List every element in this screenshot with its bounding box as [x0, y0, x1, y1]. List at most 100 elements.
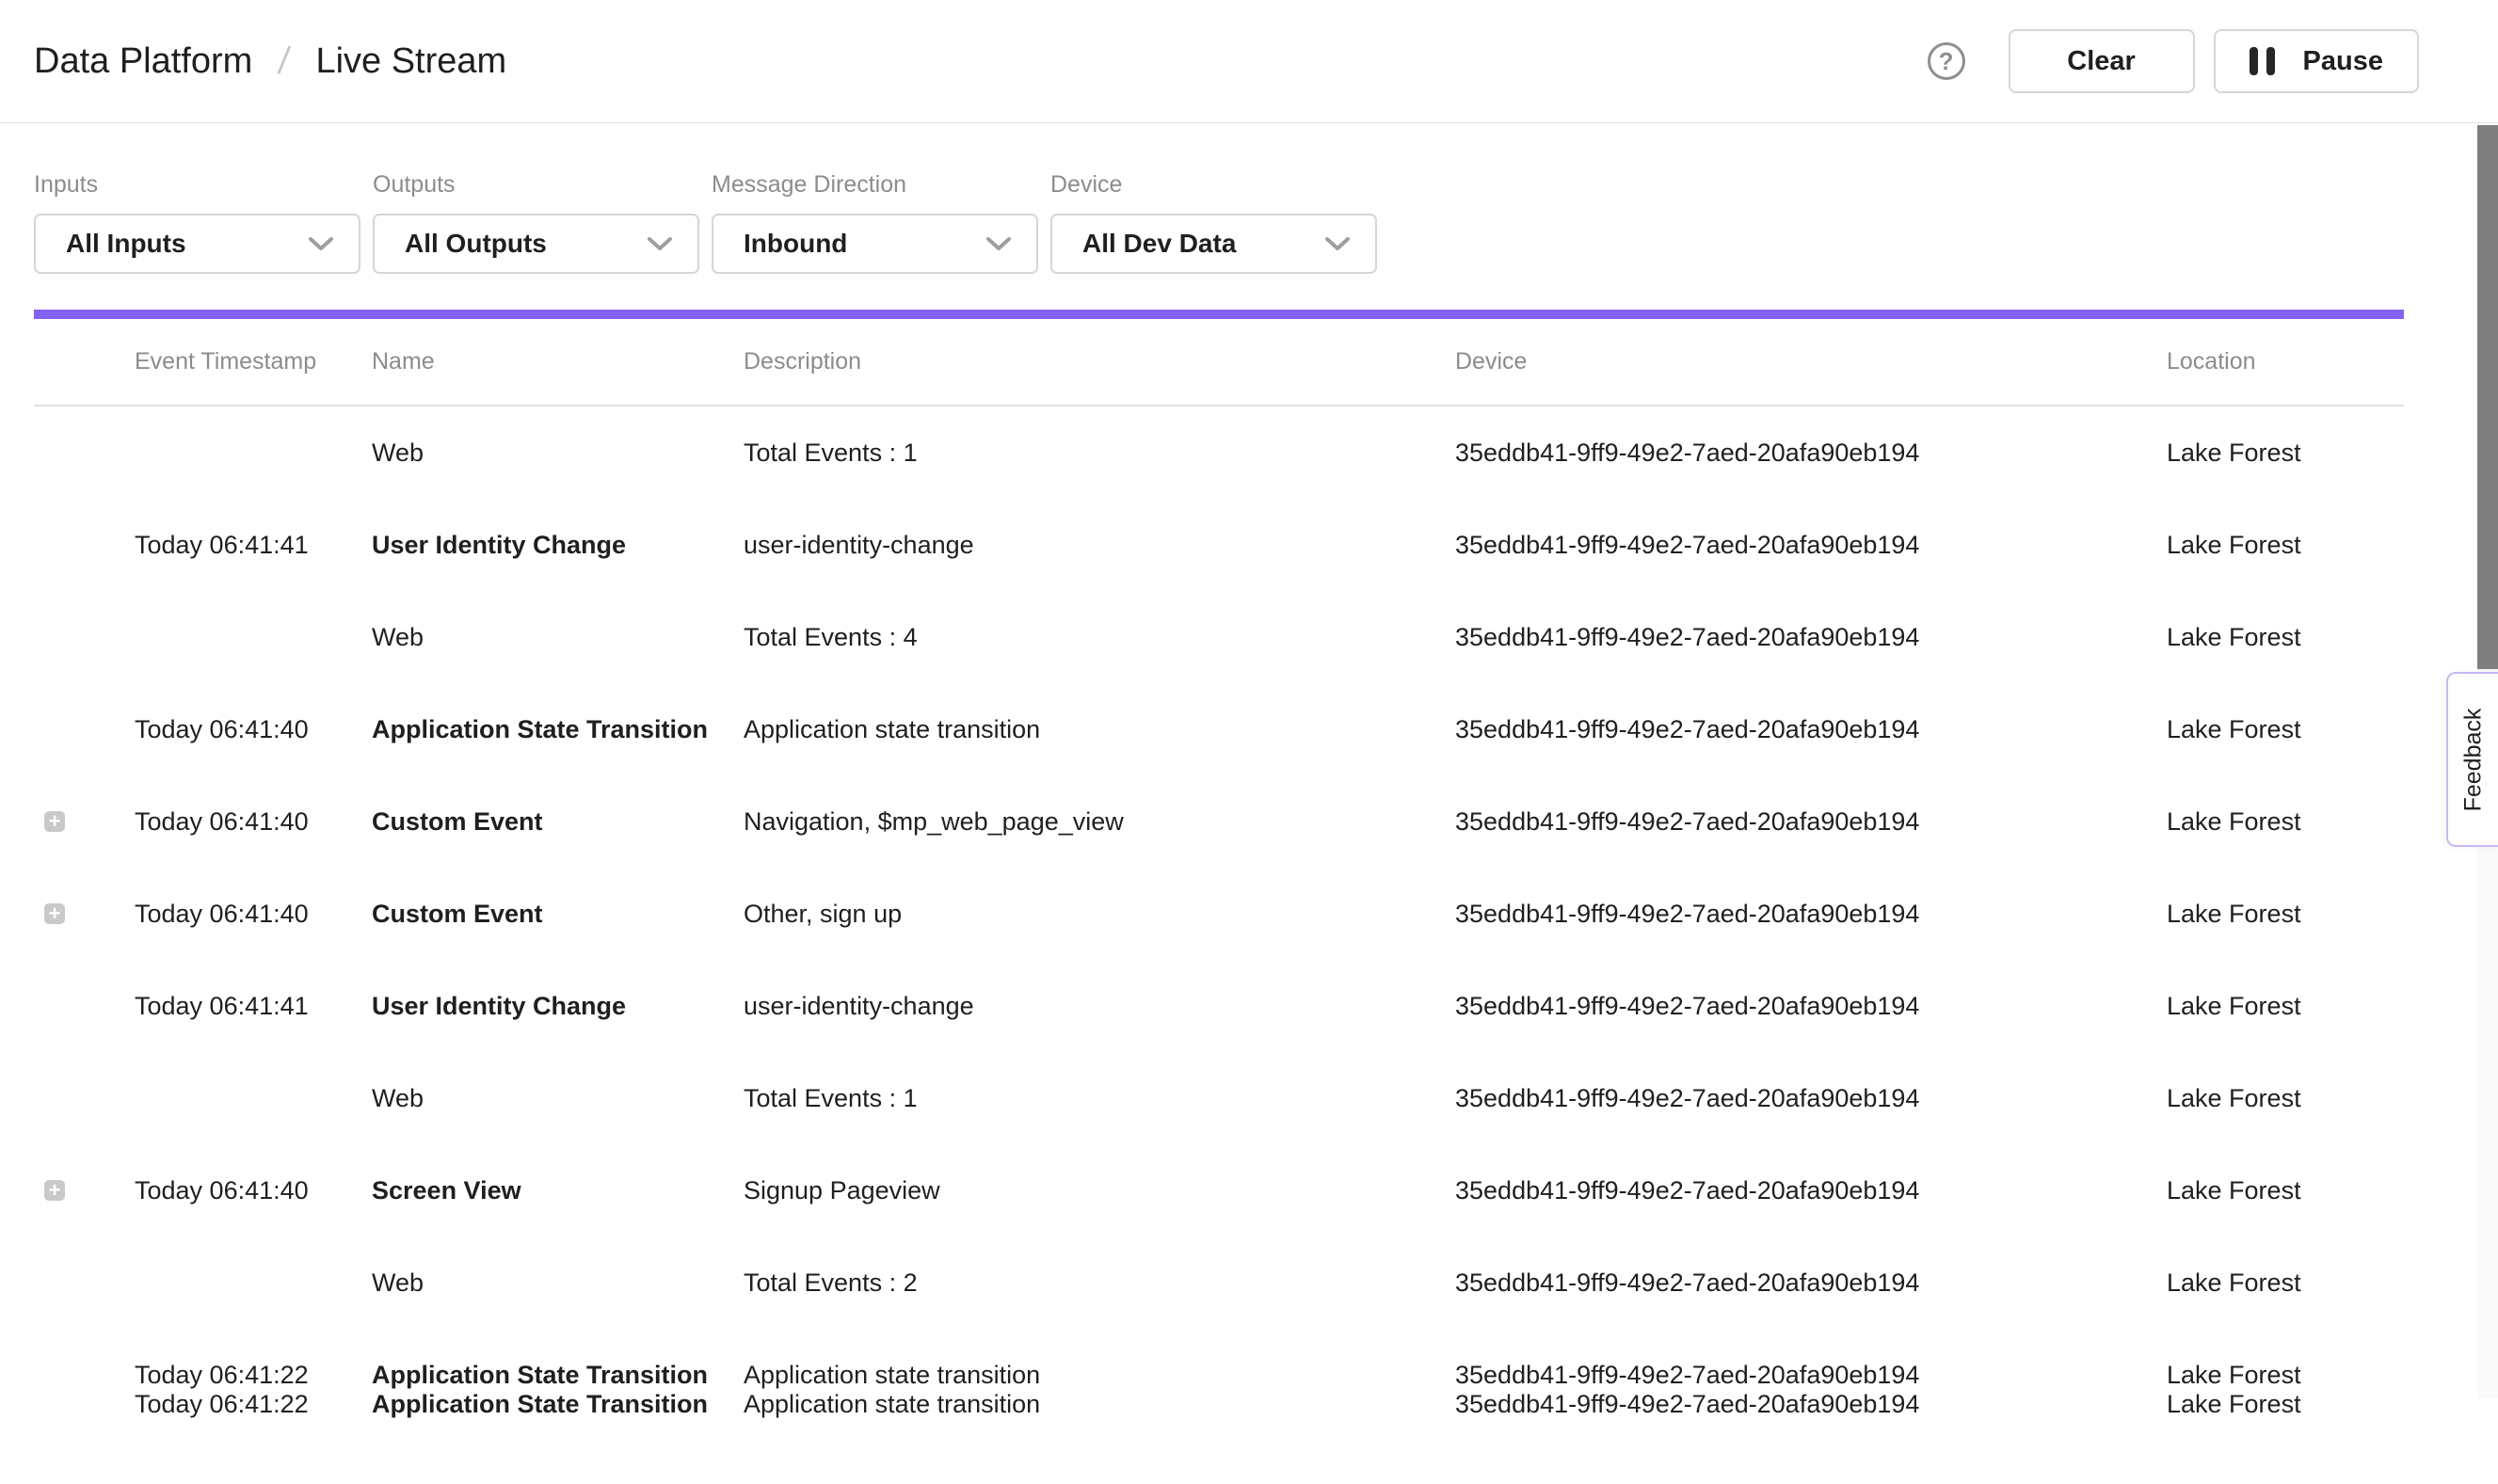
table-row[interactable]: WebTotal Events : 235eddb41-9ff9-49e2-7a…	[34, 1237, 2404, 1329]
cell-event-timestamp: Today 06:41:40	[135, 715, 372, 744]
message-direction-filter-value: Inbound	[744, 229, 847, 259]
outputs-filter: Outputs All Outputs	[373, 170, 699, 274]
filters-bar: Inputs All Inputs Outputs All Outputs Me…	[34, 123, 1377, 274]
inputs-filter-select[interactable]: All Inputs	[34, 214, 360, 274]
table-row[interactable]: WebTotal Events : 135eddb41-9ff9-49e2-7a…	[34, 407, 2404, 499]
cell-device-id: 35eddb41-9ff9-49e2-7aed-20afa90eb194	[1455, 900, 2167, 929]
cell-device-id: 35eddb41-9ff9-49e2-7aed-20afa90eb194	[1455, 1084, 2167, 1113]
question-mark-glyph: ?	[1939, 47, 1954, 76]
cell-device-id: 35eddb41-9ff9-49e2-7aed-20afa90eb194	[1455, 992, 2167, 1021]
cell-description: Total Events : 4	[744, 623, 1455, 652]
cell-location: Lake Forest	[2167, 531, 2404, 560]
cell-location: Lake Forest	[2167, 715, 2404, 744]
cell-device-id: 35eddb41-9ff9-49e2-7aed-20afa90eb194	[1455, 807, 2167, 837]
outputs-filter-value: All Outputs	[405, 229, 547, 259]
cell-device-id: 35eddb41-9ff9-49e2-7aed-20afa90eb194	[1455, 1269, 2167, 1298]
table-body: WebTotal Events : 135eddb41-9ff9-49e2-7a…	[34, 407, 2404, 1421]
feedback-tab[interactable]: Feedback	[2446, 672, 2498, 847]
table-row[interactable]: Today 06:41:41User Identity Changeuser-i…	[34, 960, 2404, 1052]
cell-description: Total Events : 1	[744, 439, 1455, 468]
header-actions: ? Clear Pause	[1928, 29, 2419, 93]
breadcrumb-data-platform[interactable]: Data Platform	[34, 41, 252, 82]
cell-location: Lake Forest	[2167, 1361, 2404, 1390]
table-row[interactable]: +Today 06:41:40Screen ViewSignup Pagevie…	[34, 1144, 2404, 1237]
outputs-filter-select[interactable]: All Outputs	[373, 214, 699, 274]
cell-description: user-identity-change	[744, 531, 1455, 560]
cell-event-name: Custom Event	[372, 900, 744, 929]
cell-event-name: Application State Transition	[372, 1361, 744, 1390]
message-direction-filter-select[interactable]: Inbound	[712, 214, 1038, 274]
cell-event-timestamp: Today 06:41:40	[135, 1176, 372, 1205]
table-row[interactable]: +Today 06:41:40Custom EventOther, sign u…	[34, 868, 2404, 960]
cell-location: Lake Forest	[2167, 807, 2404, 837]
events-table: Event Timestamp Name Description Device …	[34, 319, 2404, 1421]
cell-event-timestamp: Today 06:41:41	[135, 992, 372, 1021]
clear-button[interactable]: Clear	[2009, 29, 2195, 93]
device-filter: Device All Dev Data	[1050, 170, 1377, 274]
table-row[interactable]: WebTotal Events : 135eddb41-9ff9-49e2-7a…	[34, 1052, 2404, 1144]
row-expand-cell: +	[34, 903, 135, 924]
expand-row-button[interactable]: +	[44, 1180, 65, 1201]
column-header-description: Description	[744, 348, 1455, 375]
page-header: Data Platform / Live Stream ? Clear Paus…	[0, 0, 2498, 123]
cell-device-id: 35eddb41-9ff9-49e2-7aed-20afa90eb194	[1455, 1361, 2167, 1390]
inputs-filter: Inputs All Inputs	[34, 170, 360, 274]
cell-event-timestamp: Today 06:41:40	[135, 900, 372, 929]
table-row-partial[interactable]: Today 06:41:22Application State Transiti…	[34, 1392, 2404, 1484]
cell-location: Lake Forest	[2167, 1176, 2404, 1205]
chevron-down-icon	[647, 236, 673, 252]
cell-location: Lake Forest	[2167, 439, 2404, 468]
message-direction-filter-label: Message Direction	[712, 170, 1038, 199]
device-filter-value: All Dev Data	[1082, 229, 1236, 259]
cell-event-name: User Identity Change	[372, 992, 744, 1021]
cell-event-timestamp: Today 06:41:22	[135, 1392, 372, 1417]
device-filter-label: Device	[1050, 170, 1377, 199]
row-expand-cell: +	[34, 811, 135, 832]
cell-event-name: Custom Event	[372, 807, 744, 837]
cell-event-name: User Identity Change	[372, 531, 744, 560]
pause-button[interactable]: Pause	[2214, 29, 2419, 93]
cell-event-name: Screen View	[372, 1176, 744, 1205]
column-header-event-timestamp: Event Timestamp	[135, 348, 372, 375]
cell-location: Lake Forest	[2167, 992, 2404, 1021]
inputs-filter-value: All Inputs	[66, 229, 186, 259]
cell-device-id: 35eddb41-9ff9-49e2-7aed-20afa90eb194	[1455, 439, 2167, 468]
table-row[interactable]: Today 06:41:40Application State Transiti…	[34, 683, 2404, 775]
cell-event-name: Web	[372, 1269, 744, 1298]
cell-device-id: 35eddb41-9ff9-49e2-7aed-20afa90eb194	[1455, 623, 2167, 652]
message-direction-filter: Message Direction Inbound	[712, 170, 1038, 274]
help-icon[interactable]: ?	[1928, 42, 1965, 80]
cell-description: user-identity-change	[744, 992, 1455, 1021]
chevron-down-icon	[985, 236, 1012, 252]
table-row[interactable]: WebTotal Events : 435eddb41-9ff9-49e2-7a…	[34, 591, 2404, 683]
cell-description: Application state transition	[744, 1361, 1455, 1390]
row-expand-cell: +	[34, 1180, 135, 1201]
expand-row-button[interactable]: +	[44, 903, 65, 924]
cell-device-id: 35eddb41-9ff9-49e2-7aed-20afa90eb194	[1455, 1392, 2167, 1417]
cell-device-id: 35eddb41-9ff9-49e2-7aed-20afa90eb194	[1455, 1176, 2167, 1205]
chevron-down-icon	[1324, 236, 1351, 252]
live-stream-progress-bar	[34, 310, 2404, 319]
cell-description: Navigation, $mp_web_page_view	[744, 807, 1455, 837]
feedback-tab-label: Feedback	[2459, 708, 2487, 811]
cell-description: Application state transition	[744, 1392, 1455, 1417]
column-header-name: Name	[372, 348, 744, 375]
cell-location: Lake Forest	[2167, 623, 2404, 652]
inputs-filter-label: Inputs	[34, 170, 360, 199]
cell-event-timestamp: Today 06:41:41	[135, 531, 372, 560]
column-header-device: Device	[1455, 348, 2167, 375]
cell-event-name: Web	[372, 623, 744, 652]
cell-device-id: 35eddb41-9ff9-49e2-7aed-20afa90eb194	[1455, 531, 2167, 560]
outputs-filter-label: Outputs	[373, 170, 699, 199]
cell-location: Lake Forest	[2167, 1392, 2404, 1417]
cell-location: Lake Forest	[2167, 1084, 2404, 1113]
pause-button-label: Pause	[2303, 46, 2383, 77]
expand-row-button[interactable]: +	[44, 811, 65, 832]
device-filter-select[interactable]: All Dev Data	[1050, 214, 1377, 274]
scrollbar-thumb[interactable]	[2477, 125, 2498, 669]
table-row[interactable]: Today 06:41:41User Identity Changeuser-i…	[34, 499, 2404, 591]
cell-event-timestamp: Today 06:41:40	[135, 807, 372, 837]
table-row[interactable]: + Today 06:41:40Custom EventNavigation, $…	[34, 775, 2404, 868]
pause-icon	[2250, 47, 2275, 75]
table-header-row: Event Timestamp Name Description Device …	[34, 319, 2404, 407]
